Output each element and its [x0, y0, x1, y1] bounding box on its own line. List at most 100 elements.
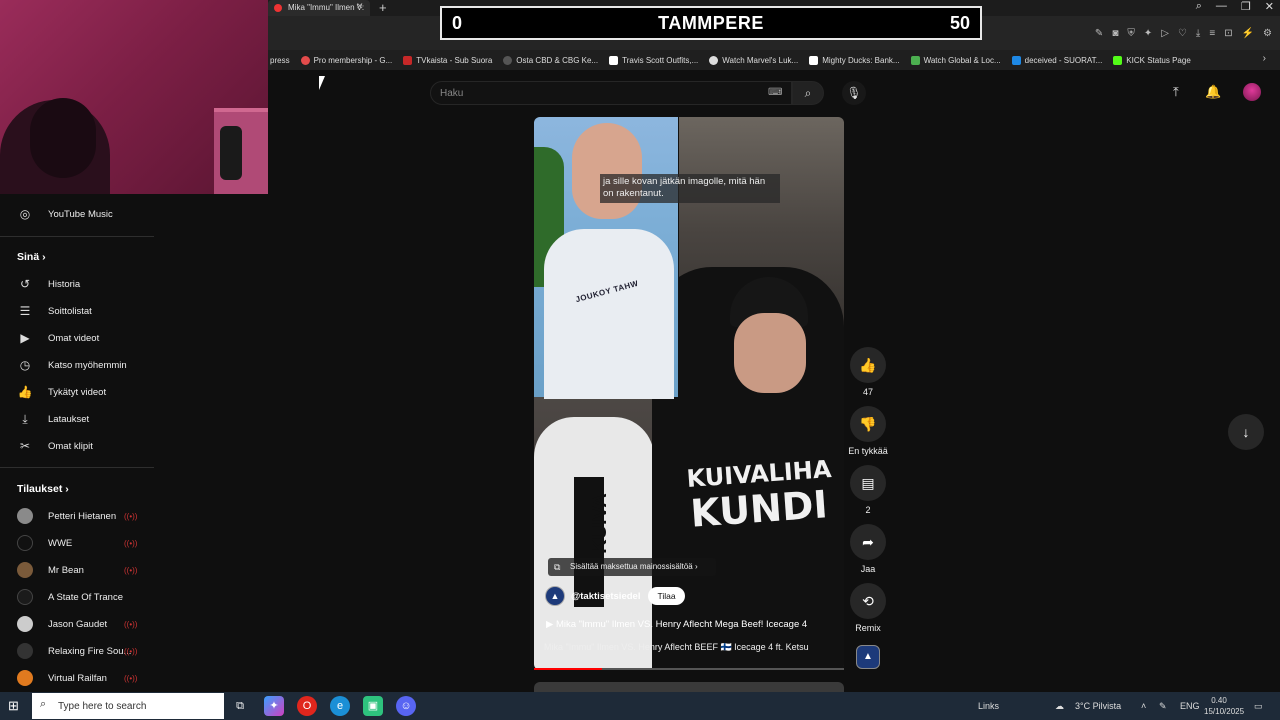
lock-icon[interactable]: ⊡ [1224, 28, 1232, 39]
heart-icon[interactable]: ♡ [1178, 28, 1187, 39]
video-description[interactable]: Mika "Immu" Ilmen VS. Henry Aflecht BEEF… [544, 642, 834, 653]
sidebar-item-your-videos[interactable]: ▶ Omat videot [0, 326, 158, 350]
sidebar-subs-header[interactable]: Tilaukset › [17, 483, 69, 495]
bookmark[interactable]: Watch Global & Loc... [910, 55, 1001, 65]
edge-icon[interactable]: e [330, 696, 350, 716]
share-icon[interactable]: ➦ [850, 524, 886, 560]
share-action[interactable]: ➦ Jaa [848, 524, 888, 574]
search-tabs-icon[interactable]: ⌕ [1196, 0, 1202, 13]
channel-avatar[interactable]: ▲ [545, 586, 565, 606]
opera-icon[interactable]: O [297, 696, 317, 716]
settings-icon[interactable]: ⚙ [1263, 28, 1272, 39]
score-title: TAMMPERE [658, 13, 764, 33]
remix-action[interactable]: ⟲ Remix [848, 583, 888, 633]
like-action[interactable]: 👍 47 [848, 347, 888, 397]
comment-icon[interactable]: ▤ [850, 465, 886, 501]
camera-icon[interactable]: ◙ [1112, 28, 1118, 39]
windows-start-icon[interactable]: ⊞ [8, 698, 19, 714]
webcam-controller [220, 126, 242, 180]
playlist-link[interactable]: ▶ Mika "Immu" Ilmen VS. Henry Aflecht Me… [546, 619, 807, 630]
play-icon[interactable]: ▷ [1161, 28, 1169, 39]
bookmark[interactable]: Watch Marvel's Luk... [709, 55, 798, 65]
weather-text[interactable]: 3°C Pilvista [1075, 701, 1121, 711]
sidebar-item-playlists[interactable]: ☰ Soittolistat [0, 299, 158, 323]
clock[interactable]: 0.40 15/10/2025 [1204, 695, 1244, 717]
search-input[interactable]: Haku ⌨ [430, 81, 792, 105]
links-toolbar[interactable]: Links [978, 701, 999, 711]
sidebar-item-subscription[interactable]: Jason Gaudet ((•)) [0, 612, 158, 636]
bookmark[interactable]: press [270, 56, 290, 65]
new-tab-icon[interactable]: + [379, 0, 387, 15]
divider [0, 236, 154, 237]
sidebar-item-subscription[interactable]: A State Of Trance [0, 585, 158, 609]
video-person: KUIVA [534, 417, 654, 670]
channel-name[interactable]: @taktisetsiedel [571, 591, 640, 602]
bell-icon[interactable]: 🔔 [1205, 84, 1221, 100]
pen-icon[interactable]: ✎ [1159, 701, 1167, 712]
sidebar-item-subscription[interactable]: Mr Bean ((•)) [0, 558, 158, 582]
restore-icon[interactable]: ❐ [1241, 0, 1251, 13]
progress-fill [534, 668, 603, 670]
chevron-right-icon[interactable]: › [1263, 53, 1266, 64]
tab-close-icon[interactable]: ✕ [356, 1, 364, 12]
bookmark[interactable]: TVkaista - Sub Suora [403, 55, 492, 65]
divider [0, 467, 154, 468]
shield-icon[interactable]: ⛨ [1127, 28, 1135, 39]
sidebar-item-subscription[interactable]: Virtual Railfan ((•)) [0, 666, 158, 690]
close-window-icon[interactable]: ✕ [1265, 0, 1274, 13]
sidebar-item-history[interactable]: ↺ Historia [0, 272, 158, 296]
weather-icon: ☁ [1055, 701, 1064, 711]
extension-icon[interactable]: ✦ [1144, 28, 1152, 39]
edit-icon[interactable]: ✎ [1095, 28, 1103, 39]
copilot-icon[interactable]: ✦ [264, 696, 284, 716]
discord-icon[interactable]: ☺ [396, 696, 416, 716]
remix-icon[interactable]: ⟲ [850, 583, 886, 619]
sidebar-item-subscription[interactable]: Relaxing Fire Sou... ((•)) [0, 639, 158, 663]
paid-promotion-badge[interactable]: ⧉ Sisältää maksettua mainossisältöä › [548, 558, 716, 576]
voice-search-button[interactable]: 🎙 [842, 81, 866, 105]
travis-icon [609, 55, 619, 65]
play-icon: ▶ [546, 619, 556, 630]
notification-icon[interactable]: ▭ [1254, 701, 1263, 712]
taskbar-search[interactable]: ⌕ Type here to search [32, 693, 224, 719]
taskbar: ⊞ ⌕ Type here to search ⧉ ✦ O e ▣ ☺ Link… [0, 692, 1280, 720]
thumbs-down-icon[interactable]: 👎 [850, 406, 886, 442]
chevron-up-icon[interactable]: ˄ [1141, 701, 1146, 711]
keyboard-icon[interactable]: ⌨ [768, 87, 782, 98]
bookmark[interactable]: Travis Scott Outfits,... [609, 55, 698, 65]
sidebar-item-youtube-music[interactable]: ◎ YouTube Music [0, 202, 158, 226]
sidebar-you-header[interactable]: Sinä › [17, 251, 46, 263]
bookmark[interactable]: deceived - SUORAT... [1011, 55, 1102, 65]
upload-icon[interactable]: ⤒ [1173, 84, 1179, 100]
extension-blue-icon[interactable]: ⚡ [1242, 28, 1254, 39]
sidebar-item-subscription[interactable]: Petteri Hietanen ((•)) [0, 504, 158, 528]
bookmark[interactable]: Osta CBD & CBG Ke... [503, 55, 598, 65]
sound-avatar[interactable]: ▲ [856, 645, 880, 669]
progress-bar[interactable] [534, 668, 844, 670]
dislike-action[interactable]: 👎 En tykkää [848, 406, 888, 456]
comments-action[interactable]: ▤ 2 [848, 465, 888, 515]
sidebar-item-watch-later[interactable]: ◷ Katso myöhemmin [0, 353, 158, 377]
tab-active[interactable]: Mika "Immu" Ilmen V: [268, 0, 370, 16]
tvkaista-icon [403, 55, 413, 65]
avatar[interactable] [1243, 83, 1261, 101]
sidebar-item-clips[interactable]: ✂ Omat klipit [0, 434, 158, 458]
task-view-icon[interactable]: ⧉ [230, 696, 250, 716]
download-icon[interactable]: ⤓ [1196, 28, 1200, 39]
app-icon[interactable]: ▣ [363, 696, 383, 716]
subscribe-button[interactable]: Tilaa [648, 587, 685, 605]
menu-icon[interactable]: ≡ [1209, 28, 1215, 39]
search-button[interactable]: ⌕ [792, 81, 824, 105]
bookmark[interactable]: Mighty Ducks: Bank... [809, 55, 900, 65]
bookmark[interactable]: Pro membership - G... [300, 55, 392, 65]
next-short-preview[interactable] [534, 682, 844, 692]
sidebar-item-downloads[interactable]: ⤓ Lataukset [0, 407, 158, 431]
next-short-button[interactable]: ↓ [1228, 414, 1264, 450]
minimize-icon[interactable]: — [1216, 0, 1227, 13]
history-icon: ↺ [19, 277, 31, 291]
thumbs-up-icon[interactable]: 👍 [850, 347, 886, 383]
sidebar-item-liked-videos[interactable]: 👍 Tykätyt videot [0, 380, 158, 404]
language-indicator[interactable]: ENG [1180, 701, 1200, 711]
sidebar-item-subscription[interactable]: WWE ((•)) [0, 531, 158, 555]
bookmark[interactable]: KICK Status Page [1113, 55, 1191, 65]
